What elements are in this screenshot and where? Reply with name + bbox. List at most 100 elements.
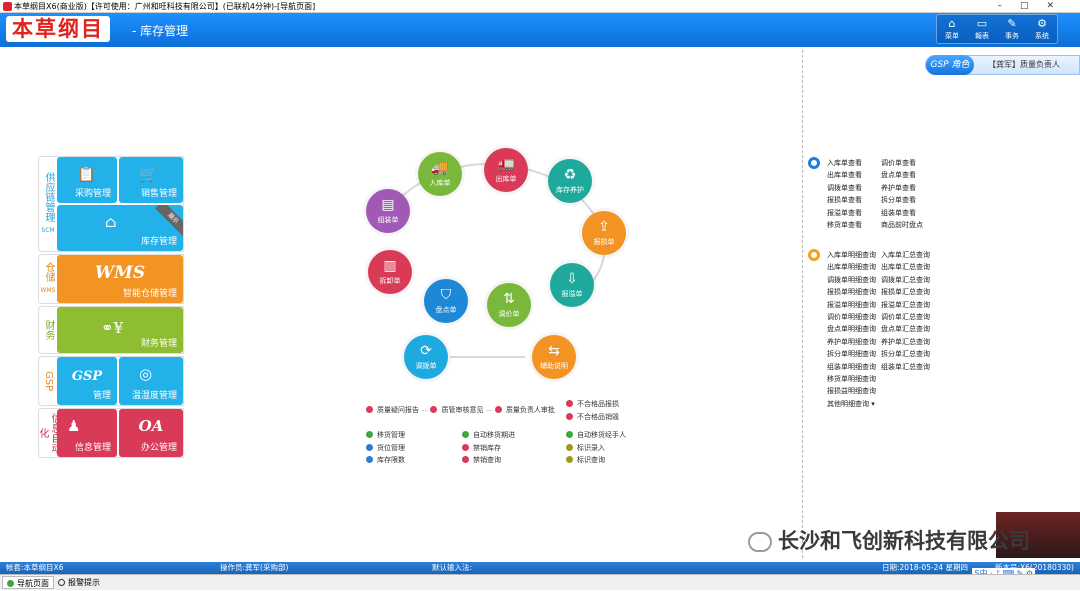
red-dot-icon [566,400,573,407]
fence-icon: ▥ [383,258,397,274]
view-link[interactable]: 调拨单查看 [827,182,883,194]
legend-item[interactable]: 库存限数 [366,454,405,467]
legend-label: 标识查询 [577,456,605,464]
view-link[interactable]: 拆分单查看 [881,194,941,206]
status-operator: 操作员:龚军(采购部) [220,563,289,572]
status-ime: 默认输入法: [432,563,473,572]
red-dot-icon [566,413,573,420]
view-link[interactable]: 入库单查看 [827,157,883,169]
tab-status-icon [7,580,14,587]
flow-step[interactable]: 质量疑问报告 [366,406,419,414]
outbound-label: 出库单 [495,175,517,183]
flow-end-item[interactable]: 不合格品销毁 [566,411,619,424]
query-link[interactable]: 调价单明细查询 [827,311,887,323]
legend-item[interactable]: 自动移货期进 [462,429,515,442]
assemble-node[interactable]: ▤ 组装单 [366,189,410,233]
report-gain-node[interactable]: ⇩ 报溢单 [550,263,594,307]
legend-label: 标识录入 [577,443,605,452]
aux-node[interactable]: ⇆ 辅助说明 [532,335,576,379]
wechat-icon [748,532,772,552]
query-link[interactable]: 组装单汇总查询 [881,361,941,373]
view-link[interactable]: 移货单查看 [827,219,883,231]
assemble-label: 组装单 [377,216,399,224]
legend-label: 禁销查询 [473,456,501,464]
inbound-label: 入库单 [429,179,451,187]
query-link[interactable]: 调价单汇总查询 [881,311,941,323]
view-link[interactable]: 养护单查看 [881,182,941,194]
query-col-1: 入库单明细查询 出库单明细查询 调拨单明细查询 报损单明细查询 报溢单明细查询 … [827,249,887,410]
view-link[interactable]: 组装单查看 [881,207,941,219]
query-link[interactable]: 入库单汇总查询 [881,249,941,261]
legend-item[interactable]: 自动移货经手人 [566,429,626,442]
query-link[interactable]: 报损益明细查询 [827,385,887,397]
price-adjust-node[interactable]: ⇅ 调价单 [487,283,531,327]
tab-alerts-label: 报警提示 [68,578,100,587]
inbound-node[interactable]: 🚚 入库单 [418,152,462,196]
legend-item[interactable]: 标识查询 [566,454,626,467]
flow-end-item[interactable]: 不合格品报损 [566,398,619,411]
price-adjust-label: 调价单 [498,310,520,318]
report-gain-label: 报溢单 [561,290,583,298]
view-link[interactable]: 报溢单查看 [827,207,883,219]
view-link[interactable]: 调价单查看 [881,157,941,169]
green-dot-icon [366,431,373,438]
watermark-text: 长沙和飞创新科技有限公司 [778,529,1030,553]
legend-item[interactable]: 标识录入 [566,442,626,455]
flow-step[interactable]: 质管审核意见 [430,406,483,414]
legend-label: 库存限数 [377,456,405,464]
query-link[interactable]: 报损单汇总查询 [881,286,941,298]
blue-dot-icon [366,443,373,451]
query-link[interactable]: 调拨单汇总查询 [881,274,941,286]
view-link[interactable]: 报损单查看 [827,194,883,206]
outbound-node[interactable]: 🚛 出库单 [484,148,528,192]
legend-item[interactable]: 禁销查询 [462,454,515,467]
green-dot-icon [462,431,469,438]
query-link[interactable]: 入库单明细查询 [827,249,887,261]
red-dot-icon [366,406,373,413]
query-link[interactable]: 盘点单明细查询 [827,323,887,335]
stocktake-label: 盘点单 [435,306,457,314]
query-link[interactable]: 组装单明细查询 [827,361,887,373]
transfer-node[interactable]: ⟳ 调拨单 [404,335,448,379]
maintain-label: 库存养护 [556,186,584,194]
query-link[interactable]: 养护单明细查询 [827,336,887,348]
company-watermark: 长沙和飞创新科技有限公司 [748,525,1030,555]
query-link[interactable]: 报损单明细查询 [827,286,887,298]
query-link[interactable]: 拆分单汇总查询 [881,348,941,360]
status-account: 帐套:本草纲目X6 [6,563,64,572]
aux-label: 辅助说明 [540,362,568,370]
bag-icon: ⛉ [440,287,452,303]
view-link[interactable]: 出库单查看 [827,169,883,181]
query-link[interactable]: 拆分单明细查询 [827,348,887,360]
stocktake-node[interactable]: ⛉ 盘点单 [424,279,468,323]
flow-step[interactable]: 质量负责人审批 [494,406,555,414]
tab-alerts[interactable]: 报警提示 [54,576,104,589]
view-link[interactable]: 商品前时盘点 [881,219,941,231]
query-link[interactable]: 报溢单汇总查询 [881,299,941,311]
tab-status-icon [58,579,65,586]
legend-item[interactable]: 货位管理 [366,442,405,455]
query-link[interactable]: 移货单明细查询 [827,373,887,385]
query-link[interactable]: 养护单汇总查询 [881,336,941,348]
legend-label: 移货管理 [377,431,405,439]
maintain-node[interactable]: ♻ 库存养护 [548,159,592,203]
recycle-icon: ♻ [563,167,577,183]
legend-item[interactable]: 移货管理 [366,429,405,442]
query-col-2: 入库单汇总查询 出库单汇总查询 调拨单汇总查询 报损单汇总查询 报溢单汇总查询 … [881,249,941,373]
split-node[interactable]: ▥ 拆卸单 [368,250,412,294]
building-icon: ▤ [381,197,395,213]
query-link[interactable]: 报溢单明细查询 [827,299,887,311]
query-link[interactable]: 盘点单汇总查询 [881,323,941,335]
legend-item[interactable]: 禁销库存 [462,442,515,455]
box-up-icon: ⇪ [598,219,610,235]
legend-label: 货位管理 [377,443,405,452]
tab-navigation[interactable]: 导航页面 [2,576,54,589]
query-link[interactable]: 出库单汇总查询 [881,261,941,273]
more-queries-dropdown[interactable]: 其他明细查询 ▾ [827,398,887,410]
view-link[interactable]: 盘点单查看 [881,169,941,181]
query-link[interactable]: 出库单明细查询 [827,261,887,273]
query-link[interactable]: 调拨单明细查询 [827,274,887,286]
legend-col1: 移货管理 货位管理 库存限数 [366,429,405,467]
report-loss-node[interactable]: ⇪ 报损单 [582,211,626,255]
flow-step-label: 质量疑问报告 [377,406,419,414]
